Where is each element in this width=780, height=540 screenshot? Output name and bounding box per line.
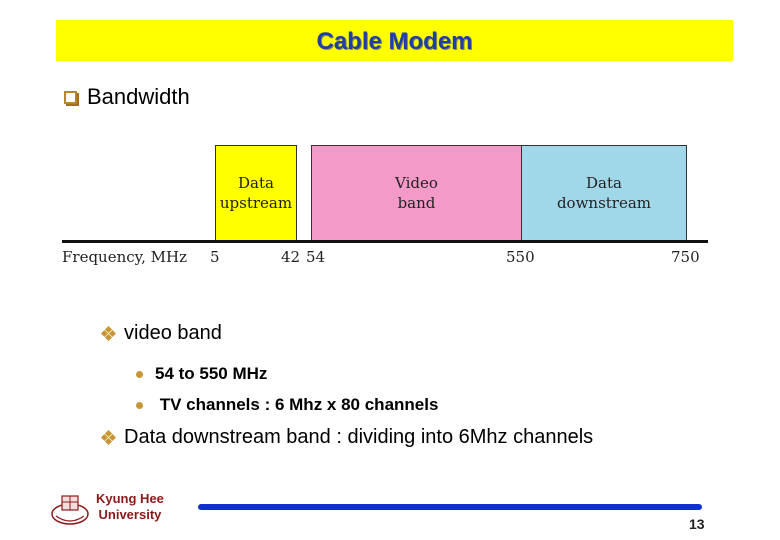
dot-bullet-icon (136, 370, 143, 378)
bullet-text: Data downstream band : dividing into 6Mh… (124, 426, 594, 448)
band-label: Data upstream (219, 174, 293, 212)
band-label: Data downstream (556, 174, 652, 212)
tick-label: 750 (671, 248, 700, 266)
tick-label: 54 (306, 248, 326, 266)
dot-bullet-icon (136, 401, 143, 409)
bullet-item: Data downstream band : dividing into 6Mh… (100, 426, 594, 449)
diamond-bullet-icon (100, 429, 117, 445)
page-number: 13 (689, 516, 705, 532)
sub-bullet-text: 54 to 550 MHz (155, 364, 268, 383)
sub-bullet-item: 54 to 550 MHz (136, 364, 267, 384)
band-data-upstream: Data upstream (215, 145, 297, 241)
university-name-line2: University (98, 507, 162, 522)
band-data-downstream: Data downstream (521, 145, 687, 241)
university-name-line1: Kyung Hee (96, 491, 164, 506)
band-video: Video band (311, 145, 522, 241)
diamond-bullet-icon (100, 325, 117, 341)
university-name: Kyung Hee University (96, 491, 164, 523)
tick-label: 5 (210, 248, 220, 266)
footer-divider-bar (198, 504, 702, 510)
tick-label: 550 (506, 248, 535, 266)
tick-label: 42 (281, 248, 301, 266)
band-label: Video band (395, 174, 438, 212)
sub-bullet-text: TV channels : 6 Mhz x 80 channels (155, 395, 439, 414)
frequency-band-diagram: Data upstream Video band Data downstream… (0, 0, 780, 280)
university-logo-icon (51, 495, 89, 525)
axis-label: Frequency, MHz (62, 248, 188, 266)
frequency-axis-line (62, 240, 708, 243)
bullet-item: video band (100, 322, 222, 345)
bullet-text: video band (124, 322, 222, 344)
sub-bullet-item: TV channels : 6 Mhz x 80 channels (136, 395, 438, 415)
